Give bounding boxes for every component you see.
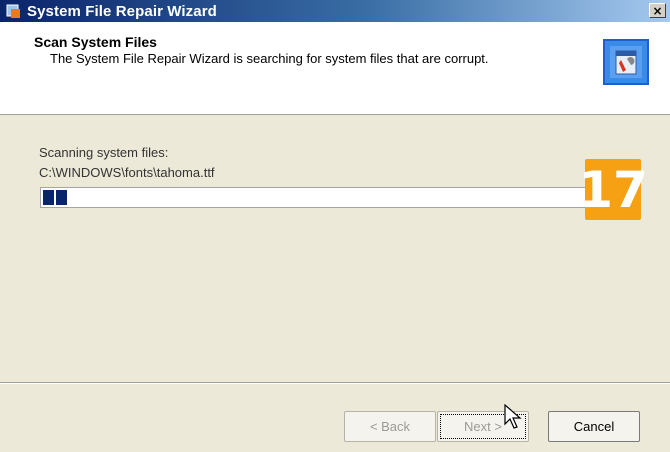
footer-divider xyxy=(0,382,670,384)
step-number-badge: 17 xyxy=(578,159,648,220)
step-title: Scan System Files xyxy=(34,34,157,50)
progress-fill xyxy=(43,190,620,205)
wizard-repair-icon xyxy=(603,39,649,85)
progress-block xyxy=(43,190,54,205)
title-bar[interactable]: System File Repair Wizard × xyxy=(0,0,670,22)
step-description: The System File Repair Wizard is searchi… xyxy=(50,51,489,66)
back-button[interactable]: < Back xyxy=(344,411,436,442)
mouse-pointer-icon xyxy=(504,404,522,429)
progress-block xyxy=(56,190,67,205)
scan-label: Scanning system files: xyxy=(39,145,169,160)
wizard-header: Scan System Files The System File Repair… xyxy=(0,22,670,115)
wizard-app-icon xyxy=(6,3,22,19)
close-icon: × xyxy=(652,3,663,18)
wizard-content: Scanning system files: C:\WINDOWS\fonts\… xyxy=(0,115,670,382)
wizard-window: System File Repair Wizard × Scan System … xyxy=(0,0,670,452)
window-title: System File Repair Wizard xyxy=(27,2,217,20)
cancel-button[interactable]: Cancel xyxy=(548,411,640,442)
close-button[interactable]: × xyxy=(649,3,666,18)
scan-progress-bar xyxy=(40,187,623,208)
current-file-path: C:\WINDOWS\fonts\tahoma.ttf xyxy=(39,165,215,180)
